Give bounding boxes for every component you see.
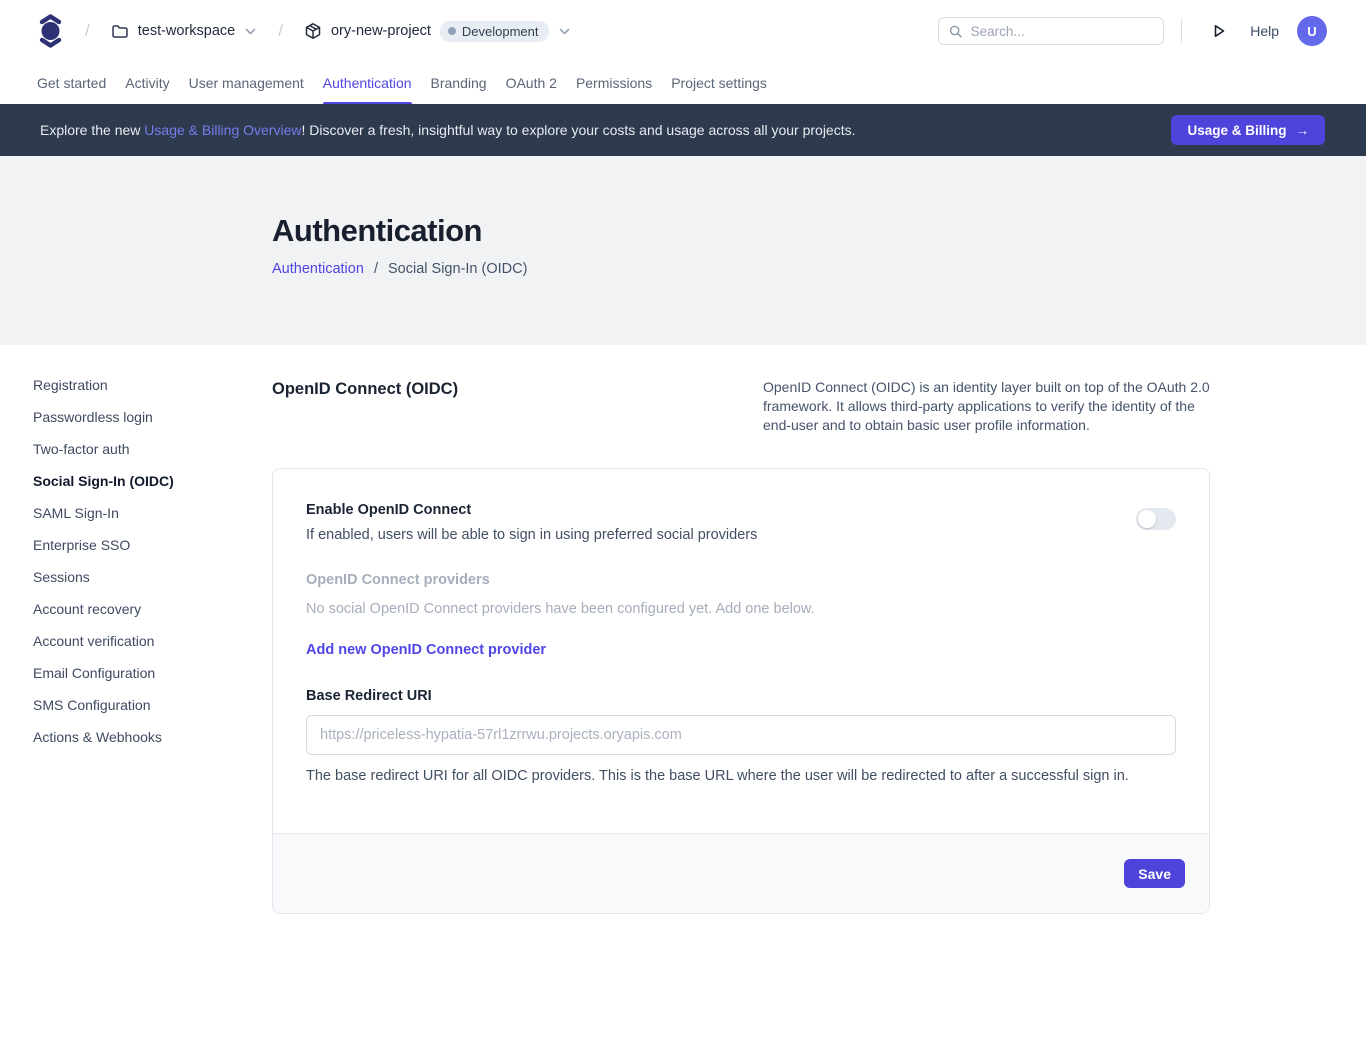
breadcrumb-current: Social Sign-In (OIDC) <box>388 261 527 277</box>
sidebar-item-saml-sign-in[interactable]: SAML Sign-In <box>33 506 272 521</box>
providers-empty-state: No social OpenID Connect providers have … <box>306 601 1176 617</box>
card-footer: Save <box>273 833 1209 913</box>
project-selector[interactable]: ory-new-project Development <box>304 21 571 42</box>
breadcrumb-separator: / <box>374 261 378 277</box>
ory-logo-icon <box>37 13 64 49</box>
base-redirect-input[interactable] <box>306 715 1176 755</box>
main-panel: OpenID Connect (OIDC) OpenID Connect (OI… <box>272 378 1210 914</box>
enable-oidc-toggle[interactable] <box>1136 508 1176 530</box>
add-provider-link[interactable]: Add new OpenID Connect provider <box>306 642 546 658</box>
avatar[interactable]: U <box>1297 16 1327 46</box>
tab-authentication[interactable]: Authentication <box>323 62 412 104</box>
tab-activity[interactable]: Activity <box>125 62 169 104</box>
oidc-settings-card: Enable OpenID Connect If enabled, users … <box>272 468 1210 914</box>
play-icon[interactable] <box>1211 23 1227 39</box>
settings-sidebar: Registration Passwordless login Two-fact… <box>0 378 272 914</box>
tab-get-started[interactable]: Get started <box>37 62 106 104</box>
sidebar-item-passwordless-login[interactable]: Passwordless login <box>33 410 272 425</box>
package-icon <box>304 22 322 40</box>
chevron-down-icon <box>244 25 257 38</box>
tab-branding[interactable]: Branding <box>431 62 487 104</box>
breadcrumb-parent-link[interactable]: Authentication <box>272 261 364 277</box>
arrow-right-icon: → <box>1296 123 1310 138</box>
base-redirect-help: The base redirect URI for all OIDC provi… <box>306 768 1176 784</box>
divider <box>1181 19 1182 43</box>
sidebar-item-email-configuration[interactable]: Email Configuration <box>33 666 272 681</box>
providers-title: OpenID Connect providers <box>306 572 1176 588</box>
sidebar-item-actions-webhooks[interactable]: Actions & Webhooks <box>33 730 272 745</box>
usage-billing-button[interactable]: Usage & Billing → <box>1171 115 1325 145</box>
section-description: OpenID Connect (OIDC) is an identity lay… <box>763 378 1210 435</box>
sidebar-item-sms-configuration[interactable]: SMS Configuration <box>33 698 272 713</box>
content-area: Registration Passwordless login Two-fact… <box>0 345 1366 914</box>
tab-oauth2[interactable]: OAuth 2 <box>506 62 557 104</box>
page-title: Authentication <box>272 213 1366 249</box>
sidebar-item-social-sign-in-oidc[interactable]: Social Sign-In (OIDC) <box>33 474 272 489</box>
usage-billing-overview-link[interactable]: Usage & Billing Overview <box>144 122 301 138</box>
chevron-down-icon <box>558 25 571 38</box>
tab-project-settings[interactable]: Project settings <box>671 62 767 104</box>
sidebar-item-enterprise-sso[interactable]: Enterprise SSO <box>33 538 272 553</box>
usage-billing-banner: Explore the new Usage & Billing Overview… <box>0 104 1366 156</box>
sidebar-item-account-verification[interactable]: Account verification <box>33 634 272 649</box>
help-link[interactable]: Help <box>1250 23 1279 39</box>
section-title: OpenID Connect (OIDC) <box>272 378 458 435</box>
environment-dot-icon <box>448 27 456 35</box>
project-name: ory-new-project <box>331 23 431 39</box>
toggle-knob <box>1138 510 1156 528</box>
providers-section: OpenID Connect providers No social OpenI… <box>306 572 1176 659</box>
enable-oidc-row: Enable OpenID Connect If enabled, users … <box>306 502 1176 543</box>
breadcrumb-separator: / <box>85 21 90 41</box>
breadcrumb-separator: / <box>278 21 283 41</box>
environment-badge: Development <box>440 21 549 42</box>
page-hero: Authentication Authentication / Social S… <box>0 156 1366 345</box>
tab-user-management[interactable]: User management <box>189 62 304 104</box>
breadcrumb: Authentication / Social Sign-In (OIDC) <box>272 261 1366 277</box>
enable-oidc-title: Enable OpenID Connect <box>306 502 757 518</box>
workspace-name: test-workspace <box>138 23 236 39</box>
sidebar-item-sessions[interactable]: Sessions <box>33 570 272 585</box>
base-redirect-label: Base Redirect URI <box>306 688 1176 704</box>
tab-permissions[interactable]: Permissions <box>576 62 652 104</box>
search-box <box>938 17 1164 45</box>
sidebar-item-registration[interactable]: Registration <box>33 378 272 393</box>
sidebar-item-account-recovery[interactable]: Account recovery <box>33 602 272 617</box>
workspace-selector[interactable]: test-workspace <box>111 22 258 40</box>
folder-icon <box>111 22 129 40</box>
base-redirect-section: Base Redirect URI The base redirect URI … <box>306 688 1176 784</box>
project-nav: Get started Activity User management Aut… <box>0 62 1366 104</box>
topbar: / test-workspace / ory-new-project Devel… <box>0 0 1366 62</box>
search-icon <box>949 24 962 39</box>
enable-oidc-subtitle: If enabled, users will be able to sign i… <box>306 527 757 543</box>
banner-text: Explore the new Usage & Billing Overview… <box>40 122 856 138</box>
save-button[interactable]: Save <box>1124 859 1185 888</box>
environment-label: Development <box>462 24 539 39</box>
ory-logo[interactable] <box>37 13 64 49</box>
sidebar-item-two-factor-auth[interactable]: Two-factor auth <box>33 442 272 457</box>
search-input[interactable] <box>971 24 1154 39</box>
